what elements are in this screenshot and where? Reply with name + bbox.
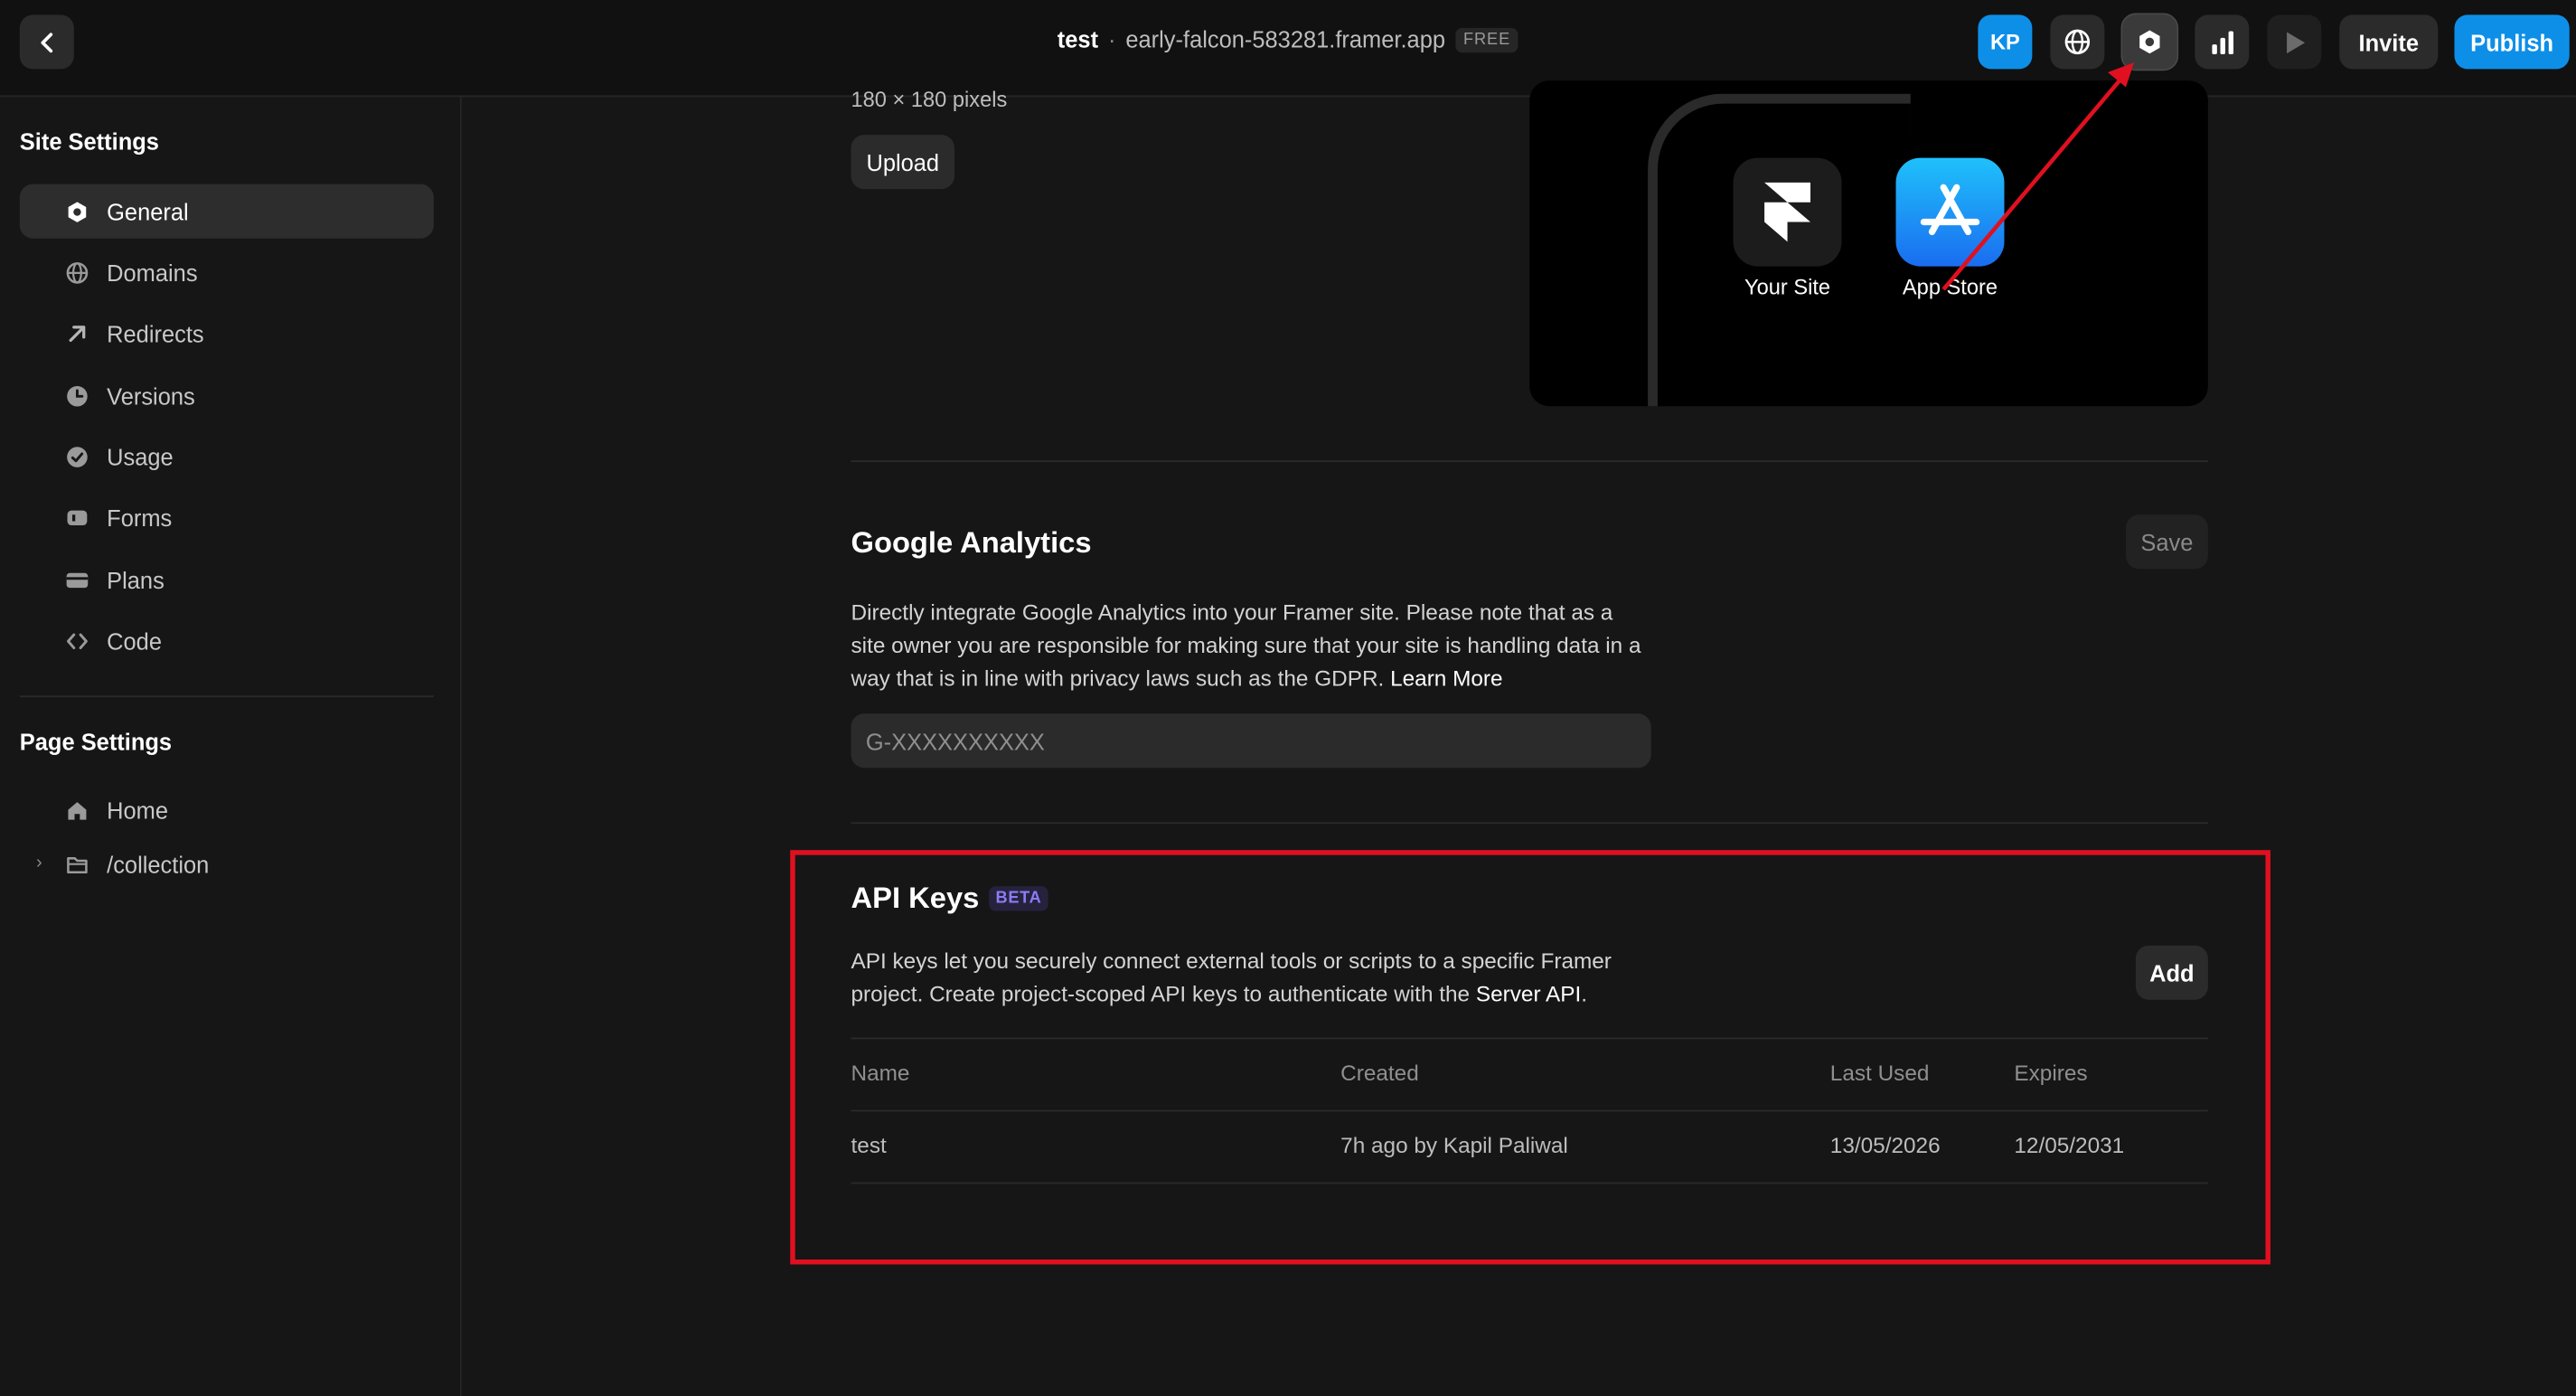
app-store-label: App Store — [1902, 274, 1998, 299]
invite-button[interactable]: Invite — [2339, 14, 2439, 70]
sidebar-item-label: Plans — [107, 566, 165, 593]
section-divider — [851, 460, 2208, 463]
clock-icon — [66, 384, 89, 407]
form-icon — [66, 505, 89, 528]
sidebar-item-code[interactable]: Code — [20, 613, 434, 667]
settings-sidebar: Site Settings General Domains Redirects … — [0, 97, 462, 1396]
sidebar-item-label: General — [107, 198, 189, 225]
icon-size-caption: 180 × 180 pixels — [851, 87, 1008, 112]
gear-icon — [66, 200, 89, 222]
user-avatar[interactable]: KP — [1978, 14, 2033, 70]
framer-site-settings: test · early-falcon-583281.framer.app FREE … — [0, 0, 2576, 1396]
site-domain[interactable]: early-falcon-583281.framer.app — [1125, 26, 1445, 52]
gear-icon — [2139, 30, 2160, 54]
analytics-button[interactable] — [2195, 14, 2250, 70]
bar-chart-icon — [2211, 30, 2233, 54]
your-site-label: Your Site — [1744, 274, 1831, 299]
sidebar-item-home[interactable]: Home — [20, 783, 434, 837]
home-icon — [66, 798, 89, 821]
upload-button[interactable]: Upload — [851, 135, 955, 190]
highlight-box — [790, 850, 2270, 1265]
sidebar-item-usage[interactable]: Usage — [20, 429, 434, 484]
arrow-up-right-icon — [66, 322, 89, 344]
code-icon — [66, 629, 89, 652]
sidebar-item-label: /collection — [107, 851, 210, 878]
publish-button[interactable]: Publish — [2454, 14, 2570, 70]
sidebar-item-label: Versions — [107, 382, 195, 409]
sidebar-item-versions[interactable]: Versions — [20, 368, 434, 422]
sidebar-item-redirects[interactable]: Redirects — [20, 306, 434, 360]
page-settings-heading: Page Settings — [19, 728, 173, 755]
title-separator: · — [1107, 26, 1116, 53]
learn-more-link[interactable]: Learn More — [1390, 666, 1502, 691]
folder-icon — [66, 853, 89, 875]
ga-tracking-id-input[interactable] — [851, 713, 1651, 769]
sidebar-item-label: Redirects — [107, 319, 204, 346]
google-analytics-title: Google Analytics — [851, 525, 1092, 560]
framer-logo-icon — [1733, 157, 1842, 267]
sidebar-item-label: Usage — [107, 443, 174, 470]
google-analytics-description: Directly integrate Google Analytics into… — [851, 597, 1650, 695]
play-icon — [2286, 31, 2305, 53]
domain-button[interactable] — [2050, 14, 2105, 70]
preview-button[interactable] — [2267, 14, 2322, 70]
sidebar-divider — [19, 695, 434, 698]
sidebar-item-plans[interactable]: Plans — [20, 552, 434, 607]
site-settings-button[interactable] — [2120, 13, 2179, 71]
section-divider — [851, 822, 2208, 825]
ga-description-text: Directly integrate Google Analytics into… — [851, 599, 1641, 691]
sidebar-item-general[interactable]: General — [19, 184, 434, 239]
card-icon — [66, 568, 89, 590]
sidebar-item-forms[interactable]: Forms — [20, 490, 434, 544]
project-title: test · early-falcon-583281.framer.app FREE — [0, 26, 2576, 53]
sidebar-item-label: Home — [107, 797, 169, 824]
home-screen-preview: Your Site App Store — [1529, 80, 2208, 407]
sidebar-item-label: Domains — [107, 259, 198, 286]
sidebar-item-collection[interactable]: /collection — [20, 837, 434, 891]
sidebar-item-domains[interactable]: Domains — [20, 245, 434, 299]
sidebar-item-label: Code — [107, 627, 162, 654]
site-settings-heading: Site Settings — [19, 127, 159, 155]
gauge-icon — [66, 445, 89, 467]
save-button[interactable]: Save — [2125, 514, 2208, 570]
globe-icon — [2064, 29, 2091, 55]
plan-badge: FREE — [1454, 27, 1519, 53]
globe-icon — [66, 260, 89, 283]
app-store-icon — [1895, 157, 2005, 267]
project-name[interactable]: test — [1058, 26, 1098, 52]
sidebar-item-label: Forms — [107, 504, 173, 531]
